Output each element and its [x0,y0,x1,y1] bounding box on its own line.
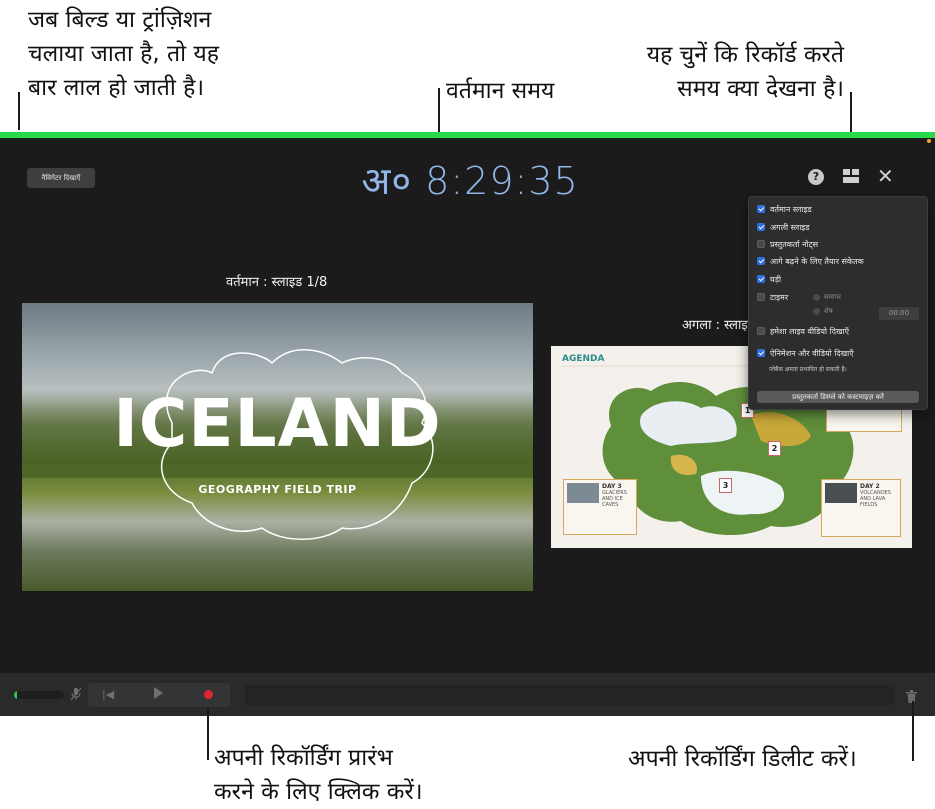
checkbox-current-slide[interactable] [757,205,765,213]
radio-label: शेष [824,307,833,315]
option-presenter-notes[interactable]: प्रस्तुतकर्ता नोट्स [757,238,818,250]
callout-choose-view: यह चुनें कि रिकॉर्ड करते समय क्या देखना … [646,42,844,102]
option-clock[interactable]: घड़ी [757,273,781,285]
option-label: ऐनिमेशन और वीडियो दिखाएँ [770,348,854,358]
help-icon[interactable]: ? [808,169,824,185]
radio-remaining-dot[interactable] [813,308,820,315]
option-current-slide[interactable]: वर्तमान स्लाइड [757,203,812,215]
callout-line-delete [912,701,914,761]
agenda-day2-box: DAY 2 VOLCANOES AND LAVA FIELDS [821,479,901,537]
map-marker-3: 3 [719,478,732,493]
radio-elapsed[interactable]: समाप्त [813,293,841,302]
skip-back-icon[interactable]: |◀ [102,688,114,701]
slide-title: ICELAND [113,385,442,462]
show-navigator-button[interactable]: नैविगेटर दिखाएँ [27,168,95,188]
option-label: प्रस्तुतकर्ता नोट्स [770,239,819,249]
option-next-slide[interactable]: अगली स्लाइड [757,221,809,233]
checkbox-next-slide[interactable] [757,223,765,231]
option-timer[interactable]: टाइमर [757,291,788,303]
status-dot [927,139,931,143]
current-slide-label: वर्तमान : स्लाइड 1/8 [226,275,328,290]
current-time-clock: अ० 8:29:35 [361,159,579,203]
current-slide-preview: ICELAND GEOGRAPHY FIELD TRIP [22,303,533,591]
radio-elapsed-dot[interactable] [813,294,820,301]
callout-build-bar: जब बिल्ड या ट्रांज़िशन चलाया जाता है, तो… [28,7,219,101]
layout-options-icon[interactable] [842,168,860,186]
audio-level-meter [14,691,64,699]
option-label: आगे बढ़ने के लिए तैयार संकेतक [770,256,864,266]
checkbox-clock[interactable] [757,275,765,283]
callout-start-recording: अपनी रिकॉर्डिंग प्रारंभ करने के लिए क्लि… [214,745,423,805]
trash-icon[interactable] [906,688,917,703]
display-options-panel: वर्तमान स्लाइड अगली स्लाइड प्रस्तुतकर्ता… [748,196,928,410]
build-status-bar [0,132,935,138]
recording-timeline[interactable] [245,685,895,705]
callout-line-record [207,708,209,760]
close-icon[interactable]: ✕ [877,166,895,186]
callout-current-time: वर्तमान समय [446,78,555,104]
recording-control-bar: |◀ [0,673,935,716]
timer-duration-field[interactable]: 00:00 [879,307,919,320]
next-slide-label: अगला : स्लाइड [682,318,755,333]
option-label: अगली स्लाइड [770,222,810,232]
option-label: हमेशा लाइव वीडियो दिखाएँ [770,326,849,336]
map-marker-2: 2 [768,441,781,456]
option-ready-indicator[interactable]: आगे बढ़ने के लिए तैयार संकेतक [757,255,864,267]
customize-presenter-display-button[interactable]: प्रस्तुतकर्ता डिस्प्ले को कस्टमाइज़ करें [757,391,919,403]
option-label: घड़ी [770,274,782,284]
play-icon[interactable] [154,687,163,699]
checkbox-live-video[interactable] [757,327,765,335]
checkbox-timer[interactable] [757,293,765,301]
microphone-icon[interactable] [70,687,82,701]
audio-level-fill [14,691,17,699]
callout-line-build-bar [18,92,20,130]
presenter-display: नैविगेटर दिखाएँ अ० 8:29:35 ? ✕ वर्तमान :… [0,132,935,716]
option-live-video[interactable]: हमेशा लाइव वीडियो दिखाएँ [757,325,849,337]
callout-delete-recording: अपनी रिकॉर्डिंग डिलीट करें। [628,746,857,772]
option-label: टाइमर [770,292,789,302]
agenda-day3-box: DAY 3 GLACIERS AND ICE CAVES [563,479,637,535]
option-label: वर्तमान स्लाइड [770,204,812,214]
slide-subtitle: GEOGRAPHY FIELD TRIP [198,483,357,496]
checkbox-animations-video[interactable] [757,349,765,357]
checkbox-presenter-notes[interactable] [757,240,765,248]
option-animations-video[interactable]: ऐनिमेशन और वीडियो दिखाएँ [757,347,854,359]
radio-label: समाप्त [824,293,841,301]
radio-remaining[interactable]: शेष [813,307,833,316]
record-button[interactable] [204,690,213,699]
performance-note: प्लेबैक क्षमता प्रभावित हो सकती है। [769,366,847,373]
checkbox-ready-indicator[interactable] [757,257,765,265]
